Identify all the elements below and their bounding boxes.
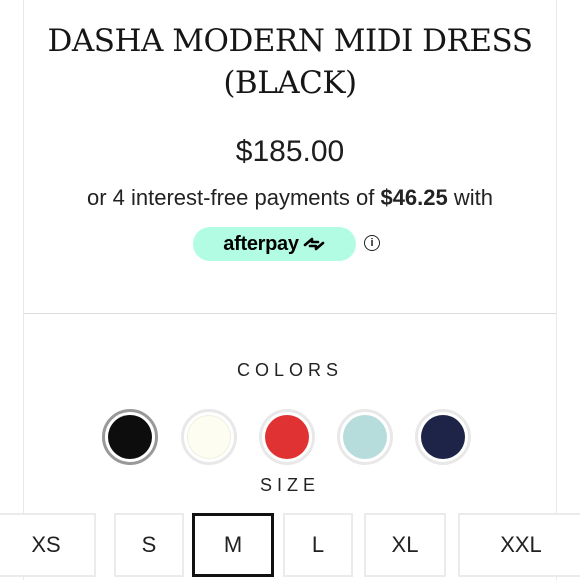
size-option-label: XS: [31, 532, 61, 557]
color-swatch-fill: [421, 415, 465, 459]
afterpay-arrows-icon: [303, 237, 325, 251]
size-label: SIZE: [259, 475, 320, 495]
afterpay-logo-text: afterpay: [223, 232, 299, 255]
size-option-l[interactable]: L: [283, 513, 353, 577]
size-option-m[interactable]: M: [192, 513, 274, 577]
size-option-label: S: [141, 532, 157, 557]
installment-suffix: with: [447, 185, 493, 210]
color-swatch-fill: [108, 415, 152, 459]
color-swatch-ivory[interactable]: [181, 409, 237, 465]
color-swatch-fill: [343, 415, 387, 459]
color-swatch-navy[interactable]: [415, 409, 471, 465]
afterpay-badge[interactable]: afterpay: [193, 227, 356, 261]
info-icon[interactable]: i: [364, 235, 380, 251]
product-price: $185.00: [235, 135, 345, 168]
afterpay-installment-text: or 4 interest-free payments of $46.25 wi…: [0, 183, 580, 213]
color-swatch-black[interactable]: [102, 409, 158, 465]
size-option-label: L: [311, 532, 325, 557]
size-option-label: M: [223, 532, 243, 557]
size-option-label: XXL: [500, 532, 542, 557]
product-title: DASHA MODERN MIDI DRESS (BLACK): [30, 20, 550, 104]
product-title-line2: (BLACK): [223, 65, 357, 101]
size-option-xl[interactable]: XL: [364, 513, 446, 577]
installment-amount: $46.25: [380, 185, 448, 210]
color-swatch-red[interactable]: [259, 409, 315, 465]
color-swatch-fill: [187, 415, 231, 459]
size-option-xs[interactable]: XS: [0, 513, 96, 577]
size-option-s[interactable]: S: [114, 513, 184, 577]
installment-prefix: or 4 interest-free payments of: [86, 185, 381, 210]
product-title-line1: DASHA MODERN MIDI DRESS: [47, 23, 533, 59]
size-option-xxl[interactable]: XXL: [458, 513, 580, 577]
section-divider: [24, 313, 556, 314]
colors-label: COLORS: [236, 360, 344, 380]
color-swatch-mint[interactable]: [337, 409, 393, 465]
size-option-label: XL: [391, 532, 419, 557]
color-swatch-fill: [265, 415, 309, 459]
